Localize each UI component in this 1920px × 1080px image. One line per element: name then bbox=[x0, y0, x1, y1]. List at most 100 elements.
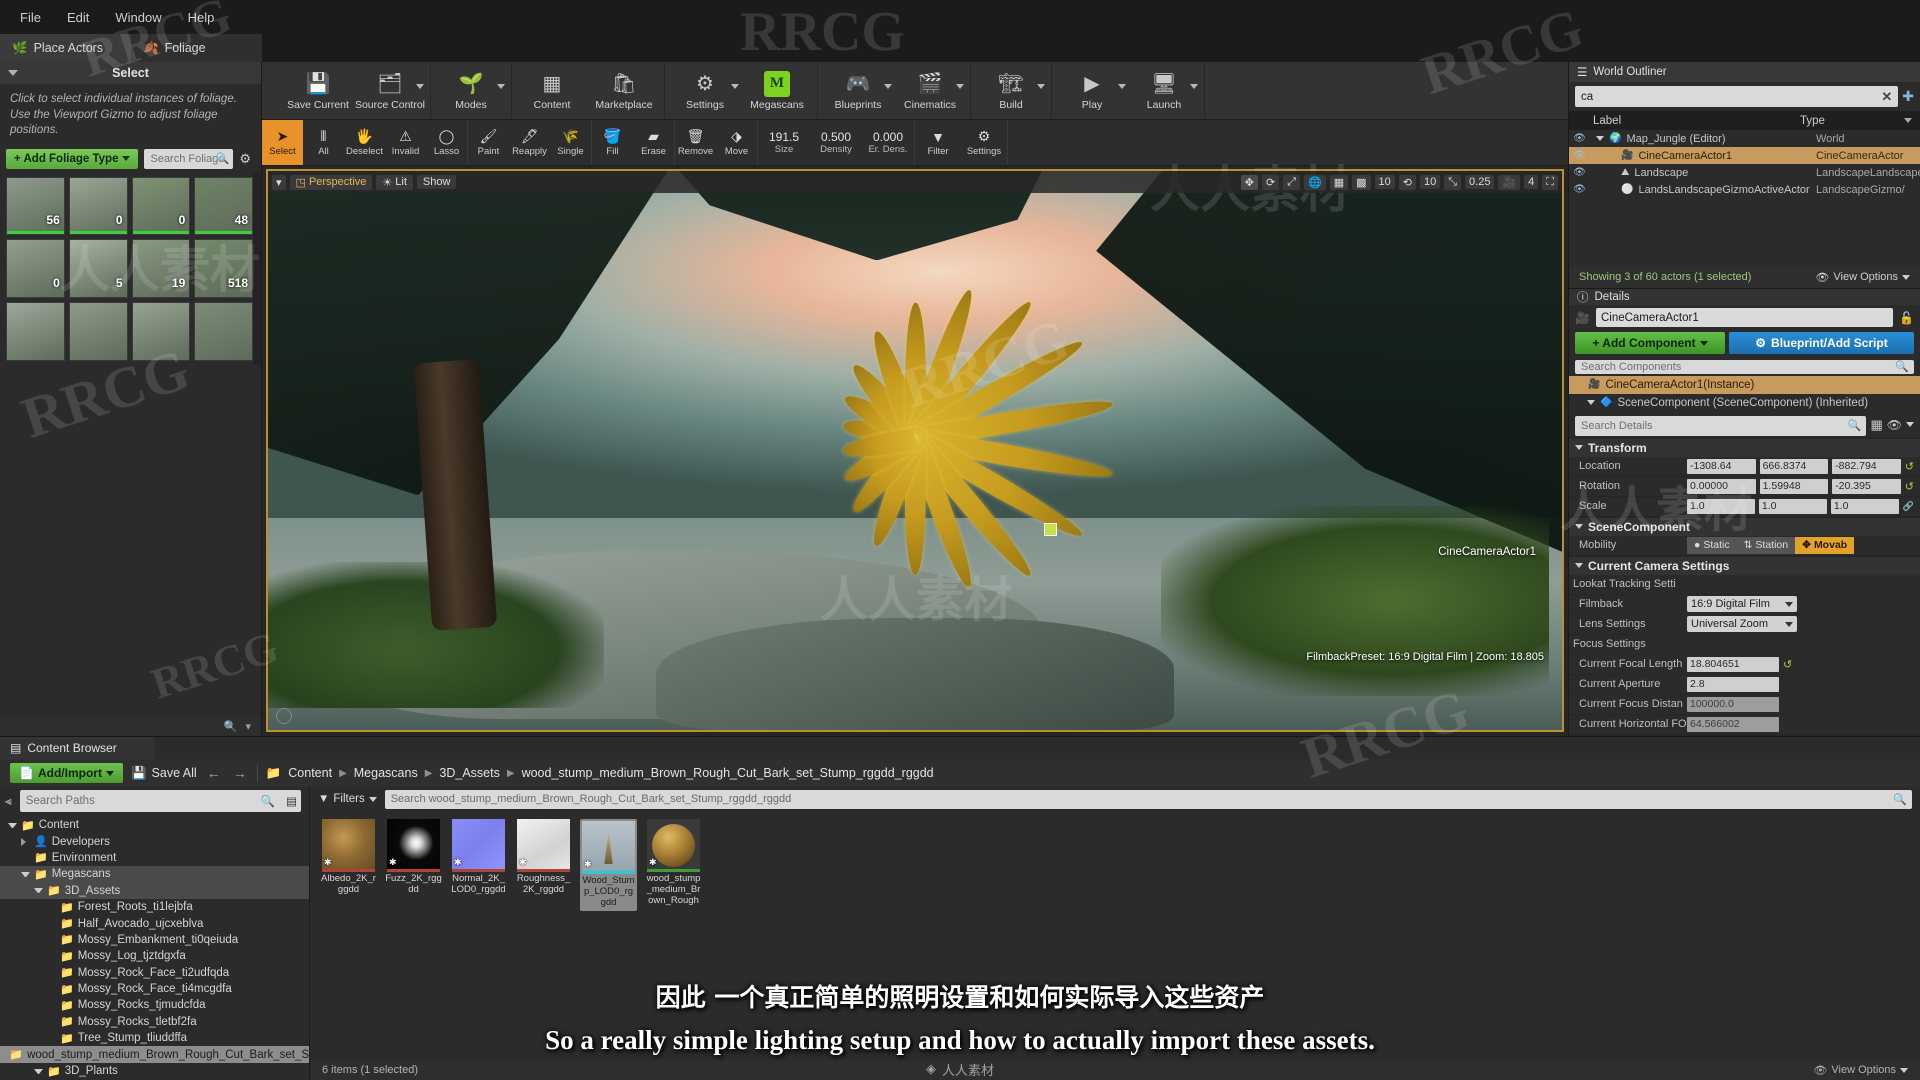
lock-icon[interactable]: 🔓 bbox=[1899, 311, 1914, 325]
sort-arrow-icon[interactable] bbox=[1904, 118, 1912, 123]
content-tree-row[interactable]: 📁 3D_Assets bbox=[0, 882, 309, 899]
property-dropdown[interactable]: 16:9 Digital Film bbox=[1687, 596, 1797, 613]
expander-triangle-icon[interactable] bbox=[1575, 563, 1583, 569]
content-tree-row[interactable]: 📁 Mossy_Embankment_ti0qeiuda bbox=[0, 932, 309, 948]
selected-fern-actor[interactable] bbox=[714, 286, 1115, 591]
foliage-tool-fill[interactable]: 🪣 Fill bbox=[592, 120, 633, 165]
vector-component-field[interactable]: 0.00000 bbox=[1687, 478, 1756, 494]
foliage-brush-er-dens-[interactable]: 0.000 Er. Dens. bbox=[862, 120, 914, 165]
asset-tile[interactable]: ✱ Albedo_2K_rggdd bbox=[320, 819, 377, 896]
foliage-type-cell[interactable]: 0 bbox=[68, 176, 128, 236]
content-tree-row[interactable]: 📁 Megascans bbox=[0, 866, 309, 883]
expander-triangle-icon[interactable] bbox=[34, 888, 43, 894]
chevron-down-icon[interactable] bbox=[956, 84, 964, 89]
foliage-type-cell[interactable] bbox=[131, 302, 191, 361]
vector-component-field[interactable]: -1308.64 bbox=[1687, 458, 1756, 474]
details-tab[interactable]: ⓘ Details bbox=[1569, 289, 1920, 305]
foliage-brush-size[interactable]: 191.5 Size bbox=[758, 120, 810, 165]
level-viewport[interactable]: CineCameraActor1 FilmbackPreset: 16:9 Di… bbox=[266, 169, 1564, 732]
chevron-down-icon[interactable] bbox=[1037, 84, 1045, 89]
details-section-header[interactable]: SceneComponent bbox=[1569, 516, 1920, 536]
foliage-options-icon[interactable]: ▾ bbox=[245, 720, 251, 733]
foliage-tool-invalid[interactable]: ⚠ Invalid bbox=[385, 120, 426, 165]
viewport-perspective-button[interactable]: ◳ Perspective bbox=[289, 174, 373, 190]
menu-item-window[interactable]: Window bbox=[103, 6, 173, 29]
vector-component-field[interactable]: 666.8374 bbox=[1759, 458, 1829, 474]
outliner-col-label[interactable]: Label bbox=[1593, 115, 1800, 127]
details-section-header[interactable]: Transform bbox=[1569, 437, 1920, 457]
visibility-eye-icon[interactable]: 👁 bbox=[1573, 133, 1586, 144]
sources-view-icon[interactable]: ▤ bbox=[286, 794, 297, 808]
component-row[interactable]: 🎥 CineCameraActor1(Instance) bbox=[1569, 375, 1920, 394]
outliner-view-options-button[interactable]: 👁 View Options bbox=[1815, 271, 1910, 284]
property-dropdown[interactable]: Universal Zoom bbox=[1687, 616, 1797, 633]
content-tree-row[interactable]: 📁 Tree_Stump_tliuddffa bbox=[0, 1030, 309, 1046]
content-browser-tab[interactable]: ▤ Content Browser bbox=[0, 737, 155, 759]
foliage-tool-single[interactable]: 🌾 Single bbox=[550, 120, 591, 165]
foliage-settings-gear-icon[interactable]: ⚙ bbox=[239, 151, 255, 167]
chevron-down-icon[interactable] bbox=[731, 84, 739, 89]
toolbar-button-blueprints[interactable]: 🎮 Blueprints bbox=[822, 62, 894, 119]
chevron-down-icon[interactable] bbox=[416, 84, 424, 89]
tab-place-actors[interactable]: 🌿 Place Actors bbox=[0, 34, 131, 62]
vector-component-field[interactable]: -20.395 bbox=[1832, 478, 1901, 494]
content-tree-row[interactable]: 📁 Mossy_Rocks_tjmudcfda bbox=[0, 997, 309, 1013]
grid-snap-toggle[interactable]: ▩ bbox=[1352, 174, 1371, 190]
collapse-sources-icon[interactable]: ⫷ bbox=[0, 794, 12, 809]
scale-snap-value[interactable]: 0.25 bbox=[1465, 175, 1495, 189]
foliage-tool-deselect[interactable]: 🖐 Deselect bbox=[344, 120, 385, 165]
asset-search-input[interactable]: Search wood_stump_medium_Brown_Rough_Cut… bbox=[384, 789, 1912, 809]
property-field[interactable]: 2.8 bbox=[1687, 676, 1779, 692]
foliage-type-cell[interactable]: 5 bbox=[68, 239, 128, 299]
toolbar-button-save-current[interactable]: 💾 Save Current bbox=[282, 62, 354, 119]
toolbar-button-launch[interactable]: 🖥 Launch bbox=[1128, 62, 1200, 119]
eye-icon[interactable]: 👁 bbox=[1887, 418, 1902, 432]
add-component-button[interactable]: + Add Component bbox=[1575, 332, 1725, 354]
transform-translate-icon[interactable]: ✥ bbox=[1240, 174, 1258, 190]
lock-ratio-icon[interactable]: 🔗 bbox=[1903, 501, 1914, 512]
mobility-option-static[interactable]: ● Static bbox=[1687, 536, 1737, 554]
toolbar-button-build[interactable]: 🏗 Build bbox=[975, 62, 1047, 119]
asset-tile[interactable]: ✱ wood_stump_medium_Brown_Rough bbox=[645, 819, 702, 907]
foliage-type-cell[interactable] bbox=[194, 302, 253, 361]
breadcrumb-segment[interactable]: Content bbox=[288, 766, 332, 780]
foliage-tool-reapply[interactable]: 🖋 Reapply bbox=[509, 120, 550, 165]
selection-gizmo-handle[interactable] bbox=[1044, 523, 1058, 537]
vector-component-field[interactable]: -882.794 bbox=[1832, 458, 1901, 474]
menu-item-file[interactable]: File bbox=[8, 6, 53, 29]
asset-tile[interactable]: ✱ Roughness_2K_rggdd bbox=[515, 819, 572, 896]
rotation-snap-toggle[interactable]: ⟲ bbox=[1398, 174, 1416, 190]
foliage-type-cell[interactable]: 19 bbox=[131, 239, 191, 299]
outliner-search-input[interactable]: ca ✕ bbox=[1575, 86, 1899, 107]
foliage-brush-density[interactable]: 0.500 Density bbox=[810, 120, 862, 165]
expander-triangle-icon[interactable] bbox=[1587, 400, 1595, 406]
toolbar-button-content[interactable]: ▦ Content bbox=[516, 62, 588, 119]
add-column-icon[interactable]: ✚ bbox=[1902, 88, 1914, 105]
toolbar-button-marketplace[interactable]: 🛍 Marketplace bbox=[588, 62, 660, 119]
foliage-type-cell[interactable]: 518 bbox=[194, 239, 253, 299]
reset-to-default-icon[interactable]: ↺ bbox=[1783, 658, 1792, 671]
content-tree-row[interactable]: 📁 Content bbox=[0, 817, 309, 833]
expander-triangle-icon[interactable] bbox=[8, 822, 17, 828]
foliage-type-cell[interactable] bbox=[6, 302, 65, 361]
save-all-button[interactable]: 💾 Save All bbox=[131, 766, 197, 781]
camera-speed-icon[interactable]: 🎥 bbox=[1498, 174, 1521, 190]
foliage-type-cell[interactable]: 0 bbox=[131, 176, 191, 236]
foliage-type-cell[interactable]: 48 bbox=[194, 176, 253, 236]
breadcrumb-segment[interactable]: 3D_Assets bbox=[439, 766, 499, 780]
arrow-left-icon[interactable]: ← bbox=[205, 765, 223, 781]
toolbar-button-play[interactable]: ▶ Play bbox=[1056, 62, 1128, 119]
toolbar-button-source-control[interactable]: 🗂 Source Control bbox=[354, 62, 426, 119]
menu-item-edit[interactable]: Edit bbox=[55, 6, 101, 29]
outliner-col-type[interactable]: Type bbox=[1800, 115, 1904, 127]
foliage-tool-paint[interactable]: 🖌 Paint bbox=[468, 120, 509, 165]
actor-name-field[interactable]: CineCameraActor1 bbox=[1595, 308, 1894, 327]
visibility-eye-icon[interactable]: 👁 bbox=[1573, 150, 1586, 161]
component-search-input[interactable]: Search Components 🔍 bbox=[1575, 360, 1914, 374]
grid-snap-value[interactable]: 10 bbox=[1374, 175, 1395, 189]
chevron-down-icon[interactable] bbox=[497, 84, 505, 89]
expander-triangle-icon[interactable] bbox=[1596, 136, 1604, 141]
content-tree-row[interactable]: 📁 Mossy_Rocks_tletbf2fa bbox=[0, 1014, 309, 1030]
foliage-tool-remove[interactable]: 🗑 Remove bbox=[675, 120, 716, 165]
mobility-option-station[interactable]: ⇅ Station bbox=[1736, 536, 1796, 554]
